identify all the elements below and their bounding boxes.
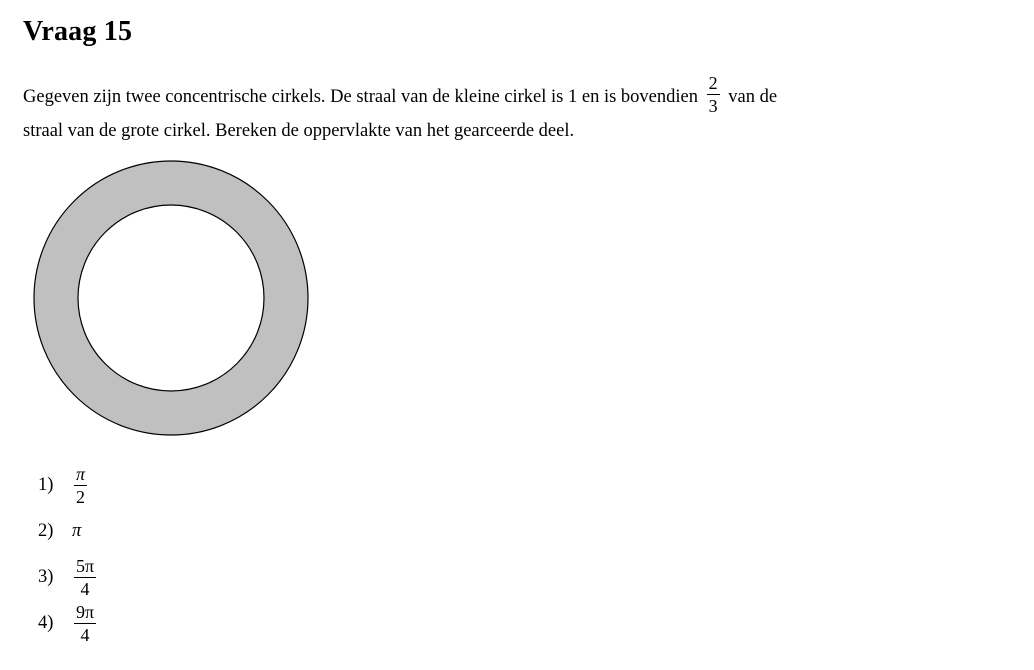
fraction-two-thirds: 2 3 [706,73,720,116]
question-text-part1: Gegeven zijn twee concentrische cirkels.… [23,86,698,107]
option-label: 4) [38,612,54,633]
fraction-numerator: 2 [706,73,720,95]
option-value: π [72,520,82,541]
question-text: Gegeven zijn twee concentrische cirkels.… [23,73,983,144]
question-title: Vraag 15 [23,16,133,47]
question-text-part2: van de [728,86,778,107]
concentric-circles-figure [33,159,311,444]
option-label: 2) [38,520,54,541]
answer-option-3[interactable]: 3) 5π 4 [38,554,100,600]
option-numerator: π [74,463,88,486]
option-label: 3) [38,566,54,587]
option-denominator: 2 [76,486,86,507]
inner-circle [77,204,265,392]
answer-option-4[interactable]: 4) 9π 4 [38,600,100,646]
circles-svg [33,160,309,436]
option-numerator: 5π [74,555,97,578]
option-fraction: π 2 [74,463,88,507]
option-fraction: 9π 4 [74,601,97,645]
answer-options: 1) π 2 2) π 3) 5π 4 4) 9π 4 [38,462,100,646]
option-numerator: 9π [74,601,97,624]
option-label: 1) [38,474,54,495]
option-denominator: 4 [80,624,90,645]
answer-option-1[interactable]: 1) π 2 [38,462,100,508]
option-denominator: 4 [80,578,90,599]
answer-option-2[interactable]: 2) π [38,508,100,554]
fraction-denominator: 3 [708,96,718,116]
page: Vraag 15 Gegeven zijn twee concentrische… [0,0,1034,670]
question-text-line2: straal van de grote cirkel. Bereken de o… [23,121,575,141]
option-fraction: 5π 4 [74,555,97,599]
